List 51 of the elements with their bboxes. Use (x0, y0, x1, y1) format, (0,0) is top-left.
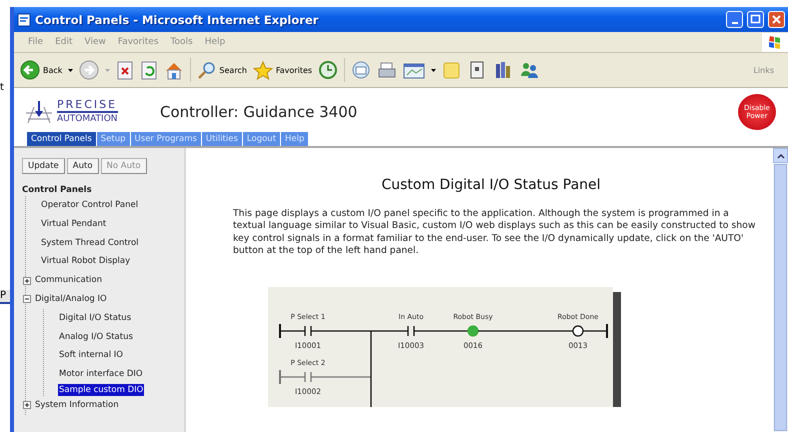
tree-item[interactable]: System Information (34, 396, 120, 415)
collapse-icon[interactable] (23, 295, 31, 304)
tree-item[interactable]: Soft internal IO (58, 346, 124, 366)
minimize-button[interactable] (726, 11, 743, 28)
window-title: Control Panels - Microsoft Internet Explorer (35, 12, 320, 26)
nav-tab[interactable]: Control Panels (27, 132, 96, 146)
sidebar-button[interactable]: Update (22, 158, 65, 174)
edit-window-icon[interactable] (403, 60, 426, 80)
minimize-icon (732, 22, 738, 24)
logo-text: PRECISE (57, 98, 118, 112)
history-clock-icon[interactable] (318, 60, 338, 80)
tree-item[interactable]: Communication (34, 271, 103, 290)
favorites-button[interactable]: Favorites (252, 60, 312, 80)
star-icon (252, 60, 273, 80)
tree-item[interactable]: Virtual Pendant (40, 214, 108, 234)
search-icon (197, 60, 216, 80)
tree-heading: Control Panels (22, 185, 93, 195)
stop-icon[interactable] (116, 60, 134, 80)
home-icon[interactable] (164, 60, 184, 80)
logo-arrow-icon (24, 98, 54, 124)
close-icon (771, 14, 782, 25)
text-fragment: P (0, 290, 10, 304)
refresh-icon[interactable] (140, 60, 158, 80)
tree-item[interactable]: Virtual Robot Display (40, 252, 132, 272)
tree-item[interactable]: Digital/Analog IO (34, 290, 108, 309)
tree-item[interactable]: Motor interface DIO (58, 365, 144, 384)
mail-icon[interactable] (351, 60, 372, 80)
controller-title: Controller: Guidance 3400 (160, 102, 358, 120)
scrollbar[interactable] (773, 148, 788, 432)
tree-item[interactable]: System Thread Control (40, 234, 140, 252)
expand-icon[interactable] (23, 401, 31, 410)
page-heading: Custom Digital I/O Status Panel (381, 177, 601, 193)
maximize-button[interactable] (747, 11, 764, 28)
search-button[interactable]: Search (197, 60, 247, 80)
maximize-icon (750, 14, 761, 25)
people-icon[interactable] (519, 60, 540, 80)
back-button[interactable]: Back (20, 60, 62, 80)
text-fragment: t (0, 82, 5, 94)
tree-item[interactable]: Analog I/O Status (58, 328, 134, 346)
dropdown-caret-icon[interactable] (431, 68, 436, 72)
expand-icon[interactable] (23, 276, 31, 285)
dropdown-caret-icon[interactable] (68, 68, 74, 72)
printer-icon[interactable] (377, 60, 398, 80)
logo-text: AUTOMATION (57, 112, 118, 124)
close-button[interactable] (768, 11, 785, 28)
intro-paragraph: This page displays a custom I/O panel specific to the application. Although the system is programmed in a textual language similar to Visual Basic, custom I/O web displays such as this can be easily constructed to show key control signals in a format familiar to the end-user. To see the I/O dynamically update, click on the 'AUTO' button at the top of the left hand panel. (233, 208, 756, 258)
sidebar-button[interactable]: Auto (66, 158, 99, 174)
browser-page-icon (17, 12, 31, 26)
tree-item[interactable]: Digital I/O Status (58, 308, 132, 328)
tree-item[interactable]: Sample custom DIO (58, 384, 144, 396)
tree-item[interactable]: Operator Control Panel (40, 196, 140, 215)
